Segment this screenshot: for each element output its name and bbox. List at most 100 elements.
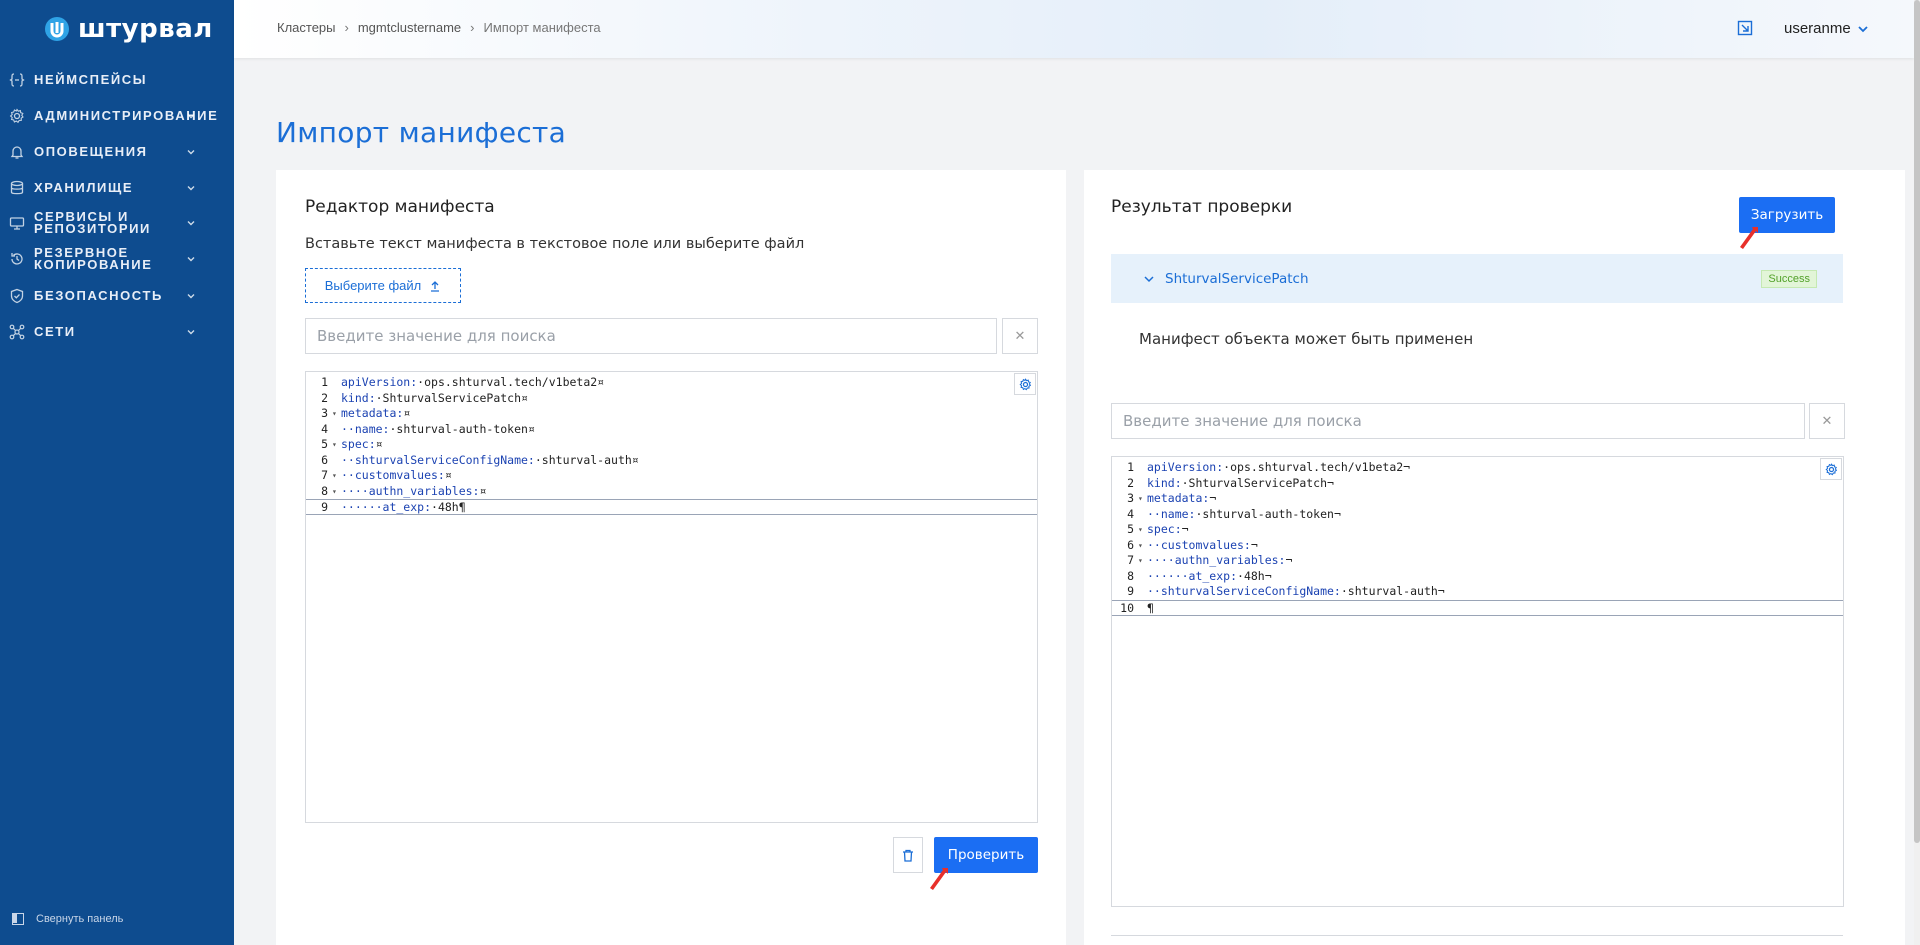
code-line[interactable]: 6 ··shturvalServiceConfigName: ·shturval-a…: [306, 453, 1037, 469]
page-title: Импорт манифеста: [276, 116, 567, 149]
chevron-down-icon: [187, 186, 195, 191]
editor-hint: Вставьте текст манифеста в текстовое пол…: [305, 236, 805, 252]
code-value: ¤: [444, 468, 452, 482]
clear-editor-button[interactable]: [893, 837, 923, 873]
line-number: 8: [1127, 568, 1134, 583]
fold-toggle-icon[interactable]: ▾: [332, 437, 341, 453]
code-line[interactable]: 7 ▾ ····authn_variables: ¬: [1112, 553, 1843, 569]
code-value: ·48h¬: [1237, 568, 1272, 583]
status-badge: Success: [1761, 269, 1817, 288]
code-line[interactable]: 2 kind: ·ShturvalServicePatch¤: [306, 391, 1037, 407]
breadcrumb-item[interactable]: mgmtclustername: [358, 20, 461, 35]
code-value: ·shturval-auth¬: [1340, 584, 1445, 598]
line-number: 3: [1127, 491, 1134, 505]
breadcrumb-current: Импорт манифеста: [483, 20, 601, 35]
collapse-panel-button[interactable]: Свернуть панель: [12, 913, 123, 925]
fold-toggle-icon[interactable]: ▾: [1138, 522, 1147, 538]
fold-gutter: [1138, 569, 1147, 585]
fold-gutter: [1138, 584, 1147, 600]
line-number: 6: [321, 452, 328, 467]
manifest-code-editor[interactable]: 1 apiVersion: ·ops.shturval.tech/v1beta2¤ 2…: [305, 371, 1038, 823]
fold-toggle-icon[interactable]: ▾: [1138, 553, 1147, 569]
code-value: ¬: [1209, 491, 1217, 505]
shield-icon: [8, 287, 26, 305]
line-number: 1: [1127, 460, 1134, 474]
braces-icon: [8, 71, 26, 89]
trash-icon: [903, 849, 913, 862]
code-key: ··name:: [341, 421, 390, 436]
sidebar-collapse-icon: [12, 913, 24, 925]
chevron-down-icon: [187, 114, 195, 119]
code-value: ¶: [1147, 600, 1154, 615]
breadcrumb-item[interactable]: Кластеры: [277, 20, 336, 35]
brand-logo[interactable]: штурвал: [0, 0, 234, 58]
code-key: ····authn_variables:: [1147, 553, 1286, 567]
code-line[interactable]: 8 ▾ ····authn_variables: ¤: [306, 484, 1037, 500]
collapse-panel-label: Свернуть панель: [36, 913, 124, 925]
line-number: 6: [1127, 537, 1134, 552]
breadcrumb-separator: ›: [344, 20, 349, 35]
fold-gutter: [332, 391, 341, 407]
editor-card-title: Редактор манифеста: [305, 197, 495, 217]
chevron-down-icon: [1858, 25, 1868, 32]
sidebar-item-namespaces[interactable]: Неймспейсы: [0, 70, 234, 90]
sidebar-item-storage[interactable]: Хранилище: [0, 178, 234, 198]
result-search-input[interactable]: [1111, 403, 1805, 439]
line-number: 4: [321, 421, 328, 436]
upload-icon: [431, 280, 440, 292]
code-line[interactable]: 8 ······at_exp: ·48h¬: [1112, 569, 1843, 585]
choose-file-button[interactable]: Выберите файл: [305, 268, 461, 303]
sidebar-item-services[interactable]: Сервисы и репозитории: [0, 210, 234, 236]
page-scrollbar-thumb[interactable]: [1914, 0, 1920, 843]
result-item-row[interactable]: ShturvalServicePatch Success: [1111, 254, 1843, 303]
code-line[interactable]: 1 apiVersion: ·ops.shturval.tech/v1beta2¬: [1112, 460, 1843, 476]
code-line[interactable]: 7 ▾ ··customvalues: ¤: [306, 468, 1037, 484]
backup-icon: [8, 250, 26, 268]
sidebar-item-security[interactable]: Безопасность: [0, 286, 234, 306]
chevron-down-icon: [187, 221, 195, 226]
code-key: ······at_exp:: [341, 500, 432, 514]
user-menu[interactable]: useranme: [1784, 20, 1869, 37]
chevron-down-icon[interactable]: [1143, 273, 1155, 285]
code-line[interactable]: 9 ··shturvalServiceConfigName: ·shturval-a…: [1112, 584, 1843, 600]
line-number: 7: [321, 468, 328, 482]
sidebar-item-backup[interactable]: Резервное копирование: [0, 246, 234, 272]
result-search-clear-button[interactable]: ✕: [1809, 403, 1845, 439]
fold-toggle-icon[interactable]: ▾: [332, 484, 341, 500]
code-line[interactable]: 6 ▾ ··customvalues: ¬: [1112, 538, 1843, 554]
fold-toggle-icon[interactable]: ▾: [332, 406, 341, 422]
page-scrollbar-track[interactable]: [1914, 0, 1920, 945]
sidebar-item-label: Оповещения: [34, 144, 148, 159]
code-key: ··shturvalServiceConfigName:: [341, 452, 535, 467]
code-line[interactable]: 3 ▾ metadata: ¬: [1112, 491, 1843, 507]
fold-toggle-icon[interactable]: ▾: [1138, 491, 1147, 507]
chevron-down-icon: [187, 294, 195, 299]
code-line[interactable]: 2 kind: ·ShturvalServicePatch¬: [1112, 476, 1843, 492]
code-line[interactable]: 1 apiVersion: ·ops.shturval.tech/v1beta2¤: [306, 375, 1037, 391]
code-line[interactable]: 3 ▾ metadata: ¤: [306, 406, 1037, 422]
external-link-icon[interactable]: [1737, 20, 1753, 36]
code-line[interactable]: 4 ··name: ·shturval-auth-token¤: [306, 422, 1037, 438]
services-icon: [8, 214, 26, 232]
sidebar-item-label: Резервное копирование: [34, 245, 153, 272]
code-key: spec:: [1147, 522, 1182, 536]
sidebar-item-administration[interactable]: Администрирование: [0, 106, 234, 126]
code-value: ·ops.shturval.tech/v1beta2¤: [417, 375, 605, 389]
editor-search-input[interactable]: [305, 318, 997, 354]
result-code-editor[interactable]: 1 apiVersion: ·ops.shturval.tech/v1beta2¬ 2…: [1111, 456, 1844, 907]
code-key: ····authn_variables:: [341, 483, 480, 498]
editor-search-clear-button[interactable]: ✕: [1002, 318, 1038, 354]
sidebar-item-networks[interactable]: Сети: [0, 322, 234, 342]
sidebar-item-notifications[interactable]: Оповещения: [0, 142, 234, 162]
fold-toggle-icon[interactable]: ▾: [1138, 538, 1147, 554]
top-header: Кластеры › mgmtclustername › Импорт мани…: [234, 0, 1914, 58]
code-line[interactable]: 9 ······at_exp: ·48h¶: [306, 499, 1037, 515]
code-line[interactable]: 10 ¶: [1112, 599, 1843, 616]
code-line[interactable]: 5 ▾ spec: ¤: [306, 437, 1037, 453]
line-number: 8: [321, 483, 328, 498]
code-line[interactable]: 5 ▾ spec: ¬: [1112, 522, 1843, 538]
code-value: ·48h¶: [431, 500, 466, 514]
fold-gutter: [1138, 476, 1147, 492]
code-line[interactable]: 4 ··name: ·shturval-auth-token¬: [1112, 507, 1843, 523]
fold-toggle-icon[interactable]: ▾: [332, 468, 341, 484]
